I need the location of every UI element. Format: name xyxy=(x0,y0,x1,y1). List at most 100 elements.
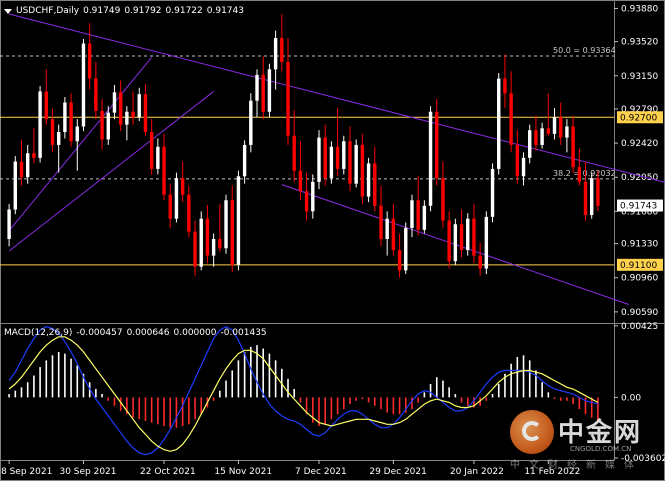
candle-body xyxy=(261,74,265,112)
candle-body xyxy=(366,163,371,197)
candle-body xyxy=(435,111,439,179)
candle-body xyxy=(360,144,365,197)
candle-body xyxy=(521,157,526,177)
watermark-name: 中金网 xyxy=(558,418,643,448)
candle-body xyxy=(174,178,179,219)
candle-body xyxy=(187,194,191,232)
level-price-label: 0.91100 xyxy=(620,261,657,271)
candle-body xyxy=(484,216,489,269)
price-tick-label: 0.90960 xyxy=(621,274,658,284)
candle-body xyxy=(391,218,396,251)
candle-body xyxy=(7,209,11,240)
low-value: 0.91722 xyxy=(165,6,203,16)
candle-body xyxy=(156,146,160,169)
candle-body xyxy=(528,130,532,158)
candle-body xyxy=(416,200,420,230)
candle-body xyxy=(94,78,98,111)
chart-canvas[interactable]: 0.938800.935200.931500.927900.924200.920… xyxy=(0,0,665,481)
candle-body xyxy=(273,37,278,70)
candle-body xyxy=(422,205,427,230)
candle-body xyxy=(280,37,284,62)
price-panel-header: USDCHF,Daily 0.91749 0.91792 0.91722 0.9… xyxy=(4,6,244,16)
candle-body xyxy=(75,126,79,142)
candle-body xyxy=(317,137,321,182)
candle-body xyxy=(447,220,451,262)
candle-body xyxy=(441,178,445,221)
candle-body xyxy=(112,92,117,113)
candle-body xyxy=(63,102,67,133)
candle-body xyxy=(404,227,408,271)
candle-body xyxy=(335,146,340,169)
candle-body xyxy=(459,224,464,251)
candle-body xyxy=(13,161,18,210)
candle-body xyxy=(410,200,414,228)
candle-body xyxy=(236,176,241,265)
candle-body xyxy=(125,111,129,125)
candle-body xyxy=(56,132,61,145)
macd-tick-label: 0.00 xyxy=(621,393,641,403)
macd-label: MACD(12,26,9) xyxy=(4,328,73,338)
macd-value-2: 0.000646 xyxy=(126,328,170,338)
candle-body xyxy=(81,43,86,127)
candle-body xyxy=(311,181,315,212)
candle-body xyxy=(149,132,154,169)
close-value: 0.91743 xyxy=(206,6,244,16)
price-tick-label: 0.92420 xyxy=(621,139,658,149)
candle-body xyxy=(193,231,197,267)
candle-body xyxy=(478,255,482,269)
candle-body xyxy=(497,78,501,169)
fib-level-label: 50.0 = 0.93364 xyxy=(553,46,616,55)
fib-level-label: 38.2 = 0.92032 xyxy=(553,169,616,178)
candle-body xyxy=(69,102,73,142)
candle-body xyxy=(323,137,327,179)
open-value: 0.91749 xyxy=(83,6,121,16)
channel-line xyxy=(8,57,153,232)
candle-body xyxy=(552,117,557,134)
candle-body xyxy=(509,93,513,145)
candle-body xyxy=(211,239,216,256)
candle-body xyxy=(137,94,141,118)
candle-body xyxy=(106,112,110,140)
candle-body xyxy=(118,92,123,125)
time-tick-label: 8 Sep 2021 xyxy=(1,467,52,477)
watermark-url: CNGOLD.COM.CN xyxy=(570,445,632,453)
chart-frame xyxy=(0,0,665,481)
candle-body xyxy=(466,218,470,251)
candle-body xyxy=(131,111,135,118)
price-tick-label: 0.93520 xyxy=(621,38,658,48)
candle-body xyxy=(143,94,148,133)
candle-body xyxy=(596,178,600,206)
time-tick-label: 22 Oct 2021 xyxy=(140,467,196,477)
candle-body xyxy=(249,100,253,145)
candle-body xyxy=(180,178,185,195)
candle-body xyxy=(32,153,36,158)
candle-body xyxy=(199,218,203,267)
price-tick-label: 0.91330 xyxy=(621,240,658,250)
candle-body xyxy=(546,128,551,134)
candle-body xyxy=(540,128,544,145)
candle-body xyxy=(379,205,383,240)
price-tick-label: 0.93880 xyxy=(621,4,658,14)
time-tick-label: 15 Nov 2021 xyxy=(214,467,272,477)
time-tick-label: 20 Jan 2022 xyxy=(450,467,504,477)
level-price-label: 0.92700 xyxy=(620,113,657,123)
candle-body xyxy=(205,218,210,256)
macd-tick-label: 0.00425 xyxy=(621,322,658,332)
dropdown-triangle-icon[interactable] xyxy=(4,8,12,14)
candle-body xyxy=(267,69,272,112)
candle-body xyxy=(583,181,588,216)
high-value: 0.91792 xyxy=(124,6,162,16)
candle-body xyxy=(515,144,520,177)
time-tick-label: 7 Dec 2021 xyxy=(295,467,347,477)
symbol-label: USDCHF,Daily xyxy=(16,6,80,16)
time-tick-label: 30 Sep 2021 xyxy=(59,467,116,477)
candle-body xyxy=(354,144,358,184)
candle-body xyxy=(373,163,377,206)
candle-body xyxy=(168,194,172,219)
price-tick-label: 0.92050 xyxy=(621,173,658,183)
time-tick-label: 29 Dec 2021 xyxy=(369,467,427,477)
candle-body xyxy=(242,144,247,177)
candle-body xyxy=(348,141,352,184)
cngold-logo-icon xyxy=(510,410,554,454)
candle-body xyxy=(565,126,569,138)
